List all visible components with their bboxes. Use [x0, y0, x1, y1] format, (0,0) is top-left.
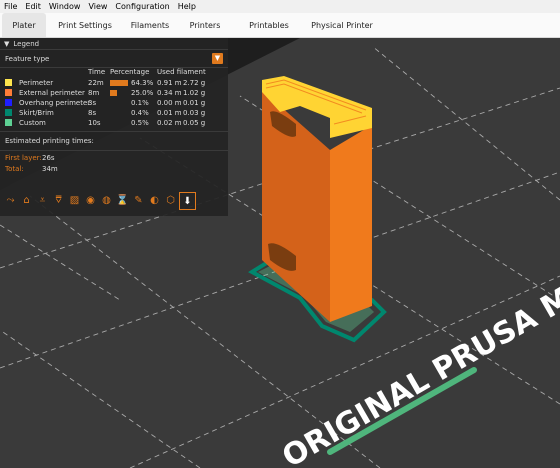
tab-printables[interactable]: Printables	[234, 13, 304, 37]
col-header-percentage: Percentage	[110, 68, 150, 76]
feature-time: 10s	[88, 119, 101, 127]
tab-printers[interactable]: Printers	[176, 13, 234, 37]
menu-file[interactable]: File	[0, 2, 21, 11]
feature-time: 22m	[88, 79, 104, 87]
legend-rows: Perimeter 22m 64.3% 0.91 m 2.72 g External pe…	[0, 78, 228, 128]
feature-weight: 0.05 g	[183, 119, 206, 127]
pause-prints-icon[interactable]: ⌛	[115, 192, 130, 208]
feature-name: Custom	[19, 119, 46, 127]
feature-time: 8s	[88, 109, 97, 117]
menu-help[interactable]: Help	[174, 2, 200, 11]
col-header-time: Time	[88, 68, 106, 76]
shells-icon[interactable]: ⬡	[163, 192, 178, 208]
percentage-bar	[110, 90, 117, 96]
menu-bar: File Edit Window View Configuration Help	[0, 0, 560, 13]
feature-percentage: 0.4%	[131, 109, 149, 117]
legend-row[interactable]: External perimeter 8m 25.0% 0.34 m 1.02 g	[0, 88, 228, 98]
seams-icon[interactable]: ▨	[67, 192, 82, 208]
legend-row[interactable]: Custom 10s 0.5% 0.02 m 0.05 g	[0, 118, 228, 128]
feature-color-swatch	[5, 119, 12, 126]
feature-percentage: 64.3%	[131, 79, 154, 87]
dropdown-arrow-icon[interactable]: ▼	[212, 53, 223, 64]
feature-length: 0.02 m	[157, 119, 182, 127]
retractions-icon[interactable]: ⩡	[35, 192, 50, 208]
menu-view[interactable]: View	[84, 2, 111, 11]
menu-configuration[interactable]: Configuration	[111, 2, 173, 11]
first-layer-row: First layer: 26s	[0, 154, 228, 165]
feature-length: 0.34 m	[157, 89, 182, 97]
view-type-selector[interactable]: Feature type ▼	[0, 50, 228, 68]
feature-length: 0.00 m	[157, 99, 182, 107]
tab-filaments[interactable]: Filaments	[124, 13, 176, 37]
legend-panel: ▼ Legend Feature type ▼ Time Percentage …	[0, 38, 228, 216]
menu-window[interactable]: Window	[45, 2, 85, 11]
feature-color-swatch	[5, 99, 12, 106]
travel-icon[interactable]: ⤳	[3, 192, 18, 208]
feature-weight: 1.02 g	[183, 89, 206, 97]
legend-header[interactable]: ▼ Legend	[0, 38, 228, 50]
tab-print-settings[interactable]: Print Settings	[46, 13, 124, 37]
feature-weight: 0.03 g	[183, 109, 206, 117]
first-layer-value: 26s	[42, 154, 55, 162]
feature-length: 0.91 m	[157, 79, 182, 87]
tool-changes-icon[interactable]: ◉	[83, 192, 98, 208]
legend-toolbar: ⤳ ⌂ ⩡ ⩢ ▨ ◉ ◍ ⌛ ✎ ◐ ⬡ ⬇	[3, 192, 196, 210]
center-of-gravity-icon[interactable]: ◐	[147, 192, 162, 208]
feature-weight: 0.01 g	[183, 99, 206, 107]
view-type-label: Feature type	[5, 54, 50, 63]
feature-name: Perimeter	[19, 79, 54, 87]
legend-row[interactable]: Skirt/Brim 8s 0.4% 0.01 m 0.03 g	[0, 108, 228, 118]
feature-name: External perimeter	[19, 89, 85, 97]
first-layer-label: First layer:	[5, 154, 42, 162]
total-value: 34m	[42, 165, 58, 173]
color-changes-icon[interactable]: ◍	[99, 192, 114, 208]
feature-color-swatch	[5, 89, 12, 96]
tab-physical-printer[interactable]: Physical Printer	[304, 13, 380, 37]
legend-title: Legend	[13, 39, 40, 48]
feature-length: 0.01 m	[157, 109, 182, 117]
model-front-face	[330, 125, 372, 322]
feature-percentage: 0.5%	[131, 119, 149, 127]
feature-percentage: 25.0%	[131, 89, 154, 97]
feature-name: Skirt/Brim	[19, 109, 54, 117]
feature-percentage: 0.1%	[131, 99, 149, 107]
wipe-icon[interactable]: ⌂	[19, 192, 34, 208]
total-label: Total:	[5, 165, 24, 173]
legend-row[interactable]: Perimeter 22m 64.3% 0.91 m 2.72 g	[0, 78, 228, 88]
feature-name: Overhang perimeter	[19, 99, 91, 107]
estimated-times-label: Estimated printing times:	[5, 137, 94, 145]
collapse-triangle-icon[interactable]: ▼	[4, 40, 9, 48]
tab-plater[interactable]: Plater	[2, 13, 46, 37]
col-header-used-filament: Used filament	[157, 68, 206, 76]
deretractions-icon[interactable]: ⩢	[51, 192, 66, 208]
feature-weight: 2.72 g	[183, 79, 206, 87]
feature-time: 3s	[88, 99, 97, 107]
menu-edit[interactable]: Edit	[21, 2, 45, 11]
legend-row[interactable]: Overhang perimeter 3s 0.1% 0.00 m 0.01 g	[0, 98, 228, 108]
tool-marker-icon[interactable]: ⬇	[179, 192, 196, 210]
tab-bar: Plater Print Settings Filaments Printers…	[0, 13, 560, 38]
total-row: Total: 34m	[0, 165, 228, 176]
feature-time: 8m	[88, 89, 100, 97]
feature-color-swatch	[5, 79, 12, 86]
percentage-bar	[110, 80, 128, 86]
feature-color-swatch	[5, 109, 12, 116]
custom-gcodes-icon[interactable]: ✎	[131, 192, 146, 208]
divider	[0, 150, 228, 151]
divider	[0, 131, 228, 132]
legend-table-header: Time Percentage Used filament	[0, 68, 228, 78]
